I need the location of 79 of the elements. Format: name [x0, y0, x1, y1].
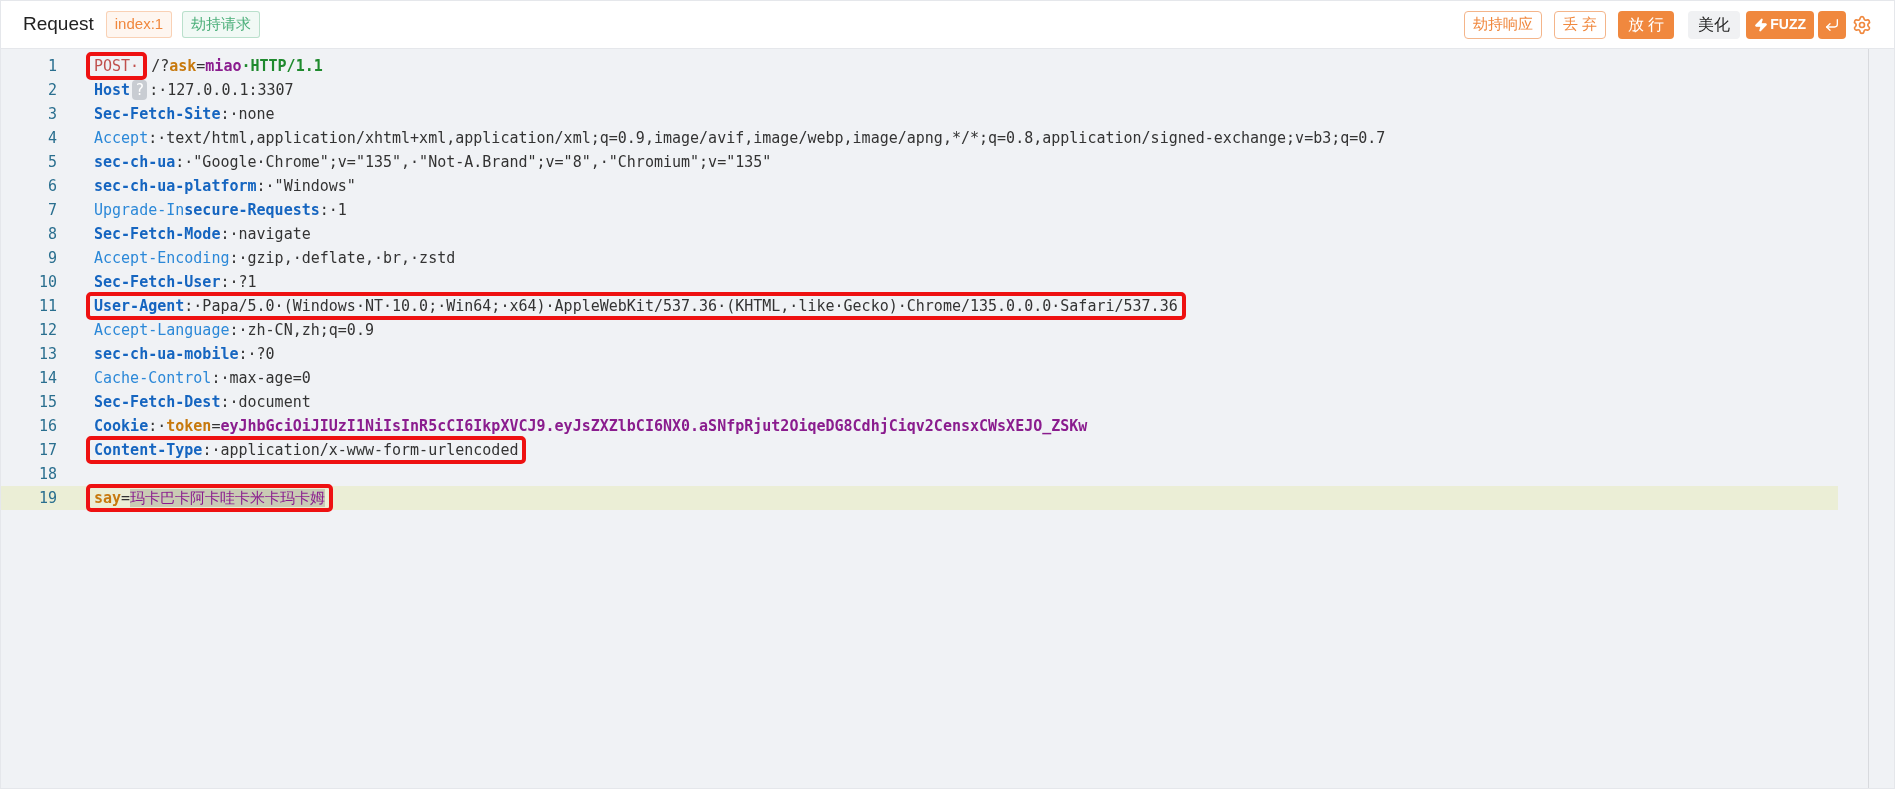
- code-token: :·navigate: [220, 223, 311, 245]
- code-token: Cookie: [94, 415, 149, 437]
- code-token: eyJhbGciOiJIUzI1NiIsInR5cCI6IkpXVCJ9.eyJsZXZlbCI6NX0.aSNfpRjut2OiqeDG8CdhjCiqv2CensxCWsXEJO_ZSKw: [220, 415, 1088, 437]
- action-button[interactable]: 丢 弃: [1553, 10, 1606, 39]
- code-token: Sec-Fetch-Dest: [94, 391, 221, 413]
- settings-icon: [1852, 14, 1872, 35]
- line-number: 6: [46, 175, 57, 197]
- code-token: /?: [151, 55, 170, 77]
- code-token: 玛卡巴卡阿卡哇卡米卡玛卡姆: [130, 488, 326, 507]
- beautify-button[interactable]: 美化: [1688, 10, 1741, 39]
- code-token: Host: [94, 79, 131, 101]
- status-tag: 劫持请求: [182, 11, 261, 38]
- code-token: secure-Requests: [184, 199, 320, 221]
- line-number: 3: [46, 103, 57, 125]
- code-token: =: [196, 55, 206, 77]
- bolt-icon: [1754, 17, 1769, 32]
- code-token: :·none: [220, 103, 275, 125]
- code-token: token: [166, 415, 212, 437]
- code-token: ask: [169, 55, 197, 77]
- line-number: 13: [37, 343, 57, 365]
- code-token: :·zh-CN,zh;q=0.9: [229, 319, 374, 341]
- code-token: =: [121, 488, 131, 507]
- line-number: 19: [37, 487, 57, 509]
- code-token: :·?1: [220, 271, 257, 293]
- code-token: Cache-Control: [94, 367, 212, 389]
- code-token: sec-ch-ua-mobile: [94, 343, 239, 365]
- code-token: ·HTTP/1.1: [241, 55, 323, 77]
- enter-icon: [1824, 16, 1840, 33]
- panel-title: Request: [23, 12, 94, 37]
- code-token: :·gzip,·deflate,·br,·zstd: [229, 247, 456, 269]
- code-token: :·1: [319, 199, 347, 221]
- code-token: Accept-Language: [94, 319, 230, 341]
- code-token: :·: [148, 415, 167, 437]
- code-token: :·Papa/5.0·(Windows·NT·10.0;·Win64;·x64)·AppleWebKit/537.36·(KHTML,·like·Gecko)·Chrome/135.0.0.0·Safari/537.36: [184, 296, 1178, 315]
- code-token: :·?0: [238, 343, 275, 365]
- line-number: 1: [46, 55, 57, 77]
- code-token: sec-ch-ua: [94, 151, 176, 173]
- line-number: 15: [37, 391, 57, 413]
- line-number: 2: [46, 79, 57, 101]
- code-token: sec-ch-ua-platform: [94, 175, 257, 197]
- enter-button[interactable]: [1818, 10, 1846, 39]
- code-token: :·127.0.0.1:3307: [149, 79, 294, 101]
- code-token: :·max-age=0: [211, 367, 311, 389]
- action-button[interactable]: 放 行: [1617, 10, 1675, 39]
- line-number: 12: [37, 319, 57, 341]
- action-button[interactable]: 劫持响应: [1463, 10, 1542, 39]
- line-number: 7: [46, 199, 57, 221]
- code-token: Sec-Fetch-User: [94, 271, 221, 293]
- code-token: Accept: [94, 127, 149, 149]
- code-token: :·document: [220, 391, 311, 413]
- fuzz-button[interactable]: FUZZ: [1746, 10, 1814, 39]
- line-number: 11: [37, 295, 57, 317]
- code-token: :·application/x-www-form-urlencoded: [202, 440, 519, 459]
- code-token: POST·: [94, 56, 140, 75]
- code-token: Sec-Fetch-Mode: [94, 223, 221, 245]
- code-token: Content-Type: [94, 440, 203, 459]
- line-number: 18: [37, 463, 57, 485]
- code-token: Upgrade-In: [94, 199, 185, 221]
- code-token: =: [211, 415, 221, 437]
- line-number: 4: [46, 127, 57, 149]
- code-token: :·"Windows": [256, 175, 356, 197]
- code-token: Accept-Encoding: [94, 247, 230, 269]
- line-number: 8: [46, 223, 57, 245]
- line-number: 9: [46, 247, 57, 269]
- line-number: 16: [37, 415, 57, 437]
- code-token: :·"Google·Chrome";v="135",·"Not-A.Brand";v="8",·"Chromium";v="135": [175, 151, 772, 173]
- code-token: say: [94, 488, 122, 507]
- line-number: 14: [37, 367, 57, 389]
- line-number: 5: [46, 151, 57, 173]
- line-number: 17: [37, 439, 57, 461]
- settings-button[interactable]: [1852, 14, 1872, 35]
- status-tag: index:1: [105, 11, 173, 38]
- code-editor[interactable]: [1, 49, 1869, 788]
- line-number: 10: [37, 271, 57, 293]
- code-token: miao: [205, 55, 242, 77]
- hint-marker[interactable]: ?: [132, 80, 148, 100]
- code-token: User-Agent: [94, 296, 185, 315]
- code-token: Sec-Fetch-Site: [94, 103, 221, 125]
- code-token: :·text/html,application/xhtml+xml,application/xml;q=0.9,image/avif,image/webp,image/apng,*/*;q=0.8,application/signed-exchange;v=b3;q=0.7: [148, 127, 1386, 149]
